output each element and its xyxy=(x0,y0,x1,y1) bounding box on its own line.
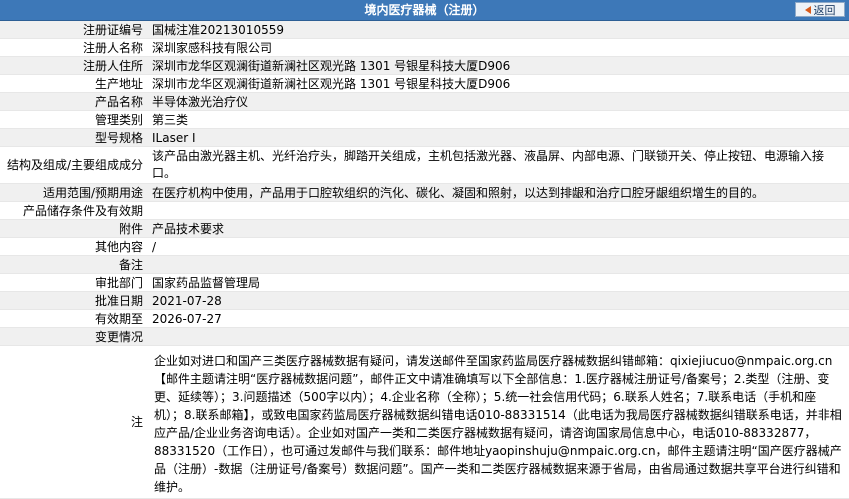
field-value xyxy=(148,255,849,274)
field-value: ILaser I xyxy=(148,128,849,147)
field-label: 结构及组成/主要组成成分 xyxy=(0,146,148,184)
field-label: 产品名称 xyxy=(0,92,148,111)
field-label: 其他内容 xyxy=(0,237,148,256)
field-label: 管理类别 xyxy=(0,110,148,129)
field-value xyxy=(148,201,849,220)
table-row: 备注 xyxy=(0,255,849,274)
table-row: 管理类别 第三类 xyxy=(0,110,849,129)
field-value: 2021-07-28 xyxy=(148,291,849,310)
table-row: 适用范围/预期用途 在医疗机构中使用，产品用于口腔软组织的汽化、碳化、凝固和照射… xyxy=(0,183,849,202)
field-value: / xyxy=(148,237,849,256)
table-row: 有效期至 2026-07-27 xyxy=(0,309,849,328)
note-cell: 企业如对进口和国产三类医疗器械数据有疑问，请发送邮件至国家药监局医疗器械数据纠错… xyxy=(148,345,849,499)
field-value: 深圳市龙华区观澜街道新澜社区观光路 1301 号银星科技大厦D906 xyxy=(148,56,849,75)
page-title: 境内医疗器械（注册） xyxy=(364,3,485,17)
table-row: 附件 产品技术要求 xyxy=(0,219,849,238)
field-value: 在医疗机构中使用，产品用于口腔软组织的汽化、碳化、凝固和照射，以达到排龈和治疗口… xyxy=(148,183,849,202)
field-value: 深圳家感科技有限公司 xyxy=(148,38,849,57)
field-value: 2026-07-27 xyxy=(148,309,849,328)
note-text: 企业如对进口和国产三类医疗器械数据有疑问，请发送邮件至国家药监局医疗器械数据纠错… xyxy=(154,354,842,494)
field-label: 变更情况 xyxy=(0,327,148,346)
field-label: 备注 xyxy=(0,255,148,274)
field-label: 有效期至 xyxy=(0,309,148,328)
field-value: 该产品由激光器主机、光纤治疗头，脚踏开关组成，主机包括激光器、液晶屏、内部电源、… xyxy=(148,146,849,184)
field-label: 产品储存条件及有效期 xyxy=(0,201,148,220)
table-row: 注册人住所 深圳市龙华区观澜街道新澜社区观光路 1301 号银星科技大厦D906 xyxy=(0,56,849,75)
table-row: 注册人名称 深圳家感科技有限公司 xyxy=(0,38,849,57)
back-arrow-icon xyxy=(804,5,811,14)
field-label: 注册人名称 xyxy=(0,38,148,57)
field-label: 注册人住所 xyxy=(0,56,148,75)
table-row: 批准日期 2021-07-28 xyxy=(0,291,849,310)
field-label: 生产地址 xyxy=(0,74,148,93)
table-row: 其他内容 / xyxy=(0,237,849,256)
table-row: 产品名称 半导体激光治疗仪 xyxy=(0,92,849,111)
field-label: 注册证编号 xyxy=(0,21,148,39)
field-label: 适用范围/预期用途 xyxy=(0,183,148,202)
table-row: 生产地址 深圳市龙华区观澜街道新澜社区观光路 1301 号银星科技大厦D906 xyxy=(0,74,849,93)
page-header: 境内医疗器械（注册） 返回 xyxy=(0,0,849,21)
table-row: 变更情况 xyxy=(0,327,849,346)
field-value xyxy=(148,327,849,346)
field-value: 第三类 xyxy=(148,110,849,129)
field-label: 型号规格 xyxy=(0,128,148,147)
note-row: 注 企业如对进口和国产三类医疗器械数据有疑问，请发送邮件至国家药监局医疗器械数据… xyxy=(0,345,849,499)
table-row: 产品储存条件及有效期 xyxy=(0,201,849,220)
field-label: 批准日期 xyxy=(0,291,148,310)
field-value: 产品技术要求 xyxy=(148,219,849,238)
field-value: 国械注准20213010559 xyxy=(148,21,849,39)
table-row: 审批部门 国家药品监督管理局 xyxy=(0,273,849,292)
table-row: 结构及组成/主要组成成分 该产品由激光器主机、光纤治疗头，脚踏开关组成，主机包括… xyxy=(0,146,849,184)
table-row: 型号规格 ILaser I xyxy=(0,128,849,147)
field-value: 国家药品监督管理局 xyxy=(148,273,849,292)
back-button-label: 返回 xyxy=(813,3,836,17)
field-label: 审批部门 xyxy=(0,273,148,292)
table-row: 注册证编号 国械注准20213010559 xyxy=(0,21,849,39)
back-button[interactable]: 返回 xyxy=(795,2,845,17)
detail-table: 注册证编号 国械注准20213010559 注册人名称 深圳家感科技有限公司 注… xyxy=(0,21,849,499)
field-value: 深圳市龙华区观澜街道新澜社区观光路 1301 号银星科技大厦D906 xyxy=(148,74,849,93)
detail-table-body: 注册证编号 国械注准20213010559 注册人名称 深圳家感科技有限公司 注… xyxy=(0,21,849,499)
field-value: 半导体激光治疗仪 xyxy=(148,92,849,111)
note-label: 注 xyxy=(0,345,148,499)
field-label: 附件 xyxy=(0,219,148,238)
